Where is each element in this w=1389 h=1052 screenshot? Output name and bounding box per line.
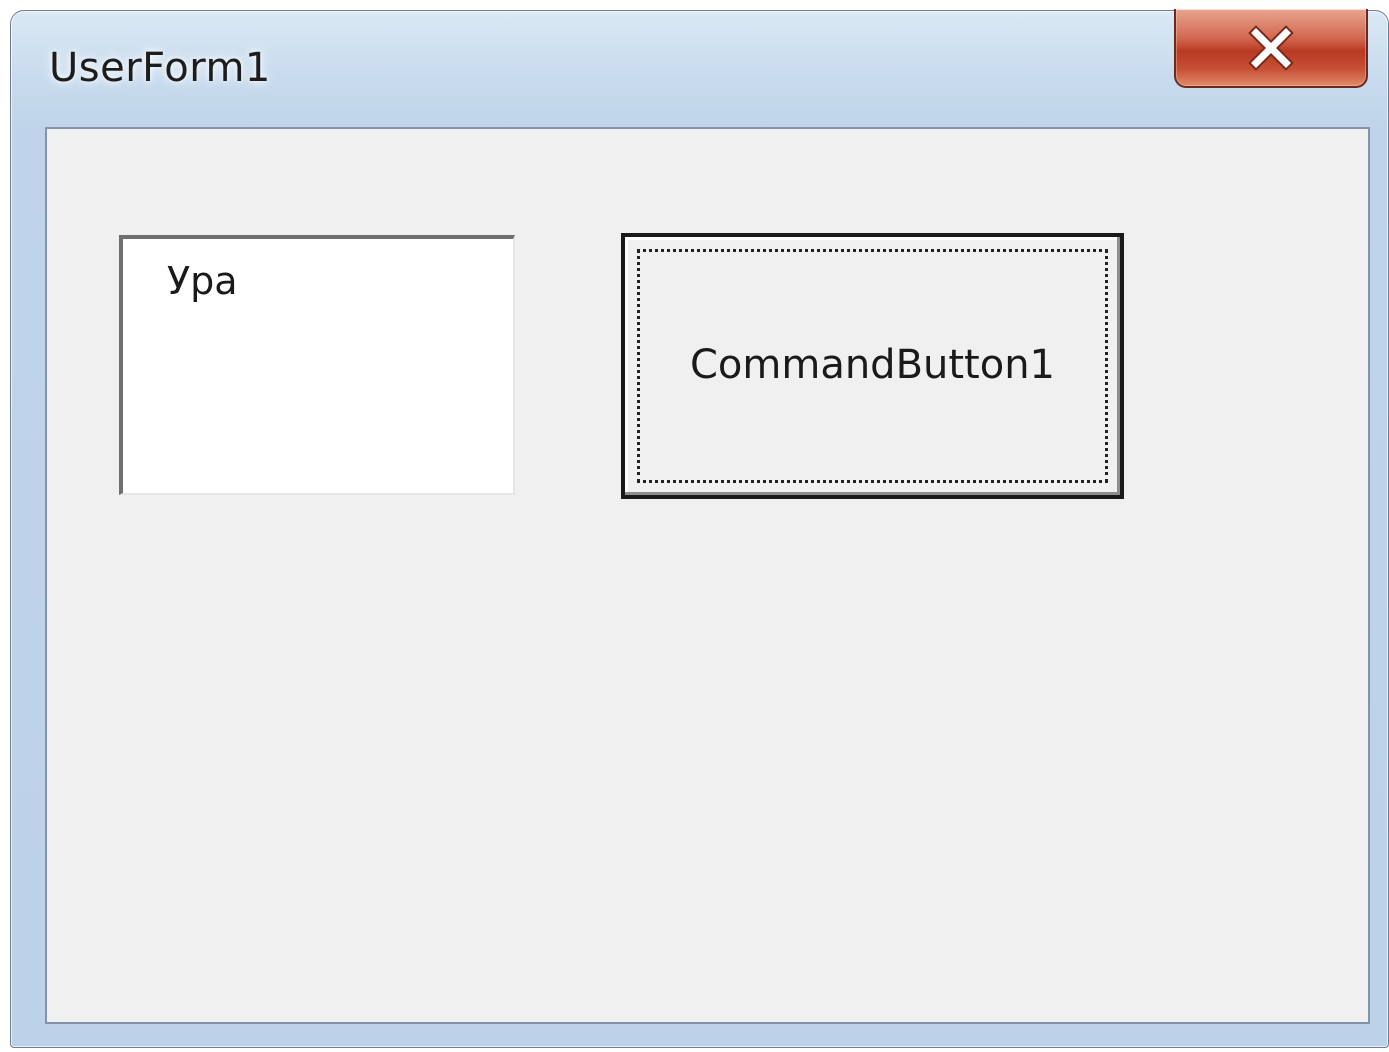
close-icon	[1248, 24, 1294, 71]
command-button-label: CommandButton1	[689, 342, 1056, 388]
title-bar[interactable]: UserForm1	[11, 9, 1388, 129]
list-item[interactable]: Ура	[167, 259, 238, 303]
window-title: UserForm1	[49, 45, 271, 91]
userform-window: UserForm1 Ура CommandButton1	[10, 9, 1389, 1048]
list-box[interactable]: Ура	[119, 235, 515, 495]
form-client-area: Ура CommandButton1	[45, 127, 1370, 1024]
command-button[interactable]: CommandButton1	[621, 233, 1124, 499]
close-button[interactable]	[1174, 9, 1368, 88]
